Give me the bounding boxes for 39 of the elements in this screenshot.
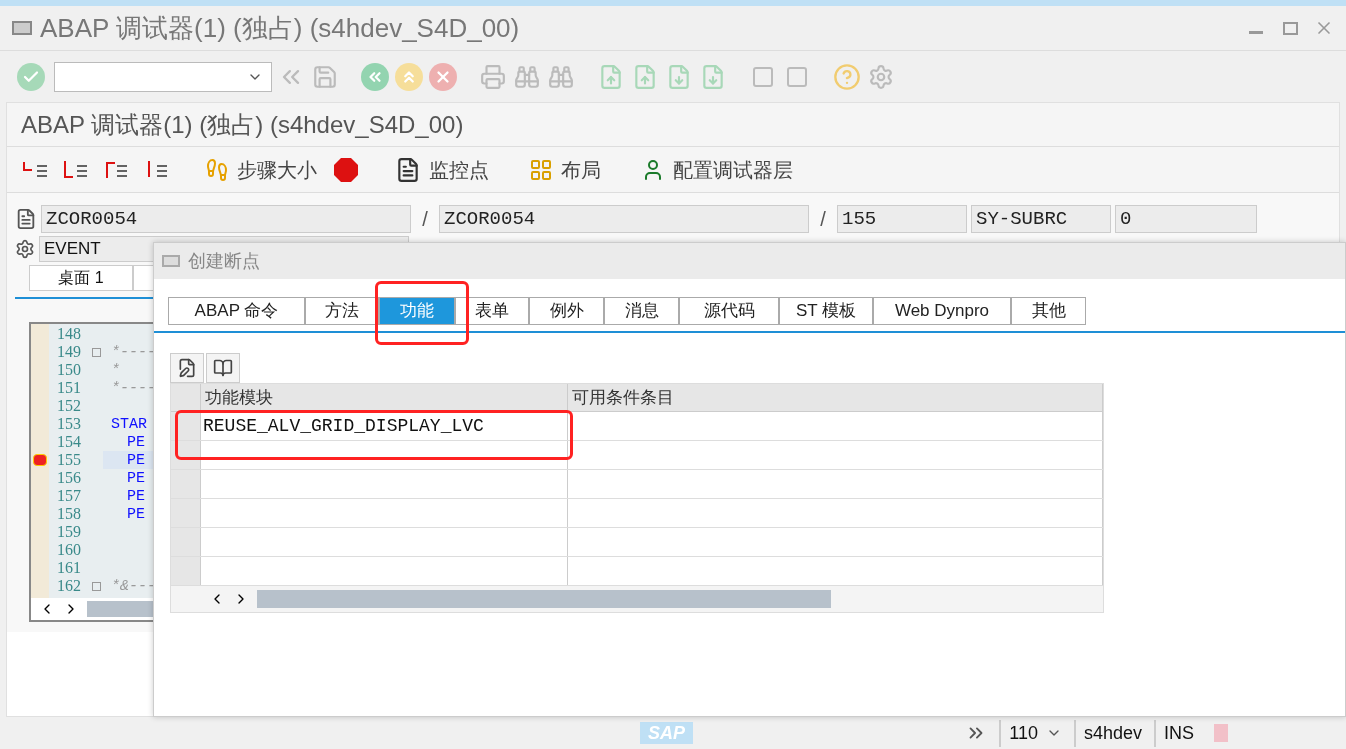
line-number: 152 [56, 398, 82, 414]
screen-heading: ABAP 调试器(1) (独占) (s4hdev_S4D_00) [21, 109, 464, 140]
system-name: s4hdev [1073, 719, 1142, 747]
line-number: 151 [56, 380, 82, 396]
line-number: 158 [56, 506, 82, 522]
info-field: 0 [1115, 205, 1257, 233]
code-text: STAR [111, 416, 147, 432]
line-number: 153 [56, 416, 82, 432]
line-number: 148 [56, 326, 82, 342]
code-text: PE [126, 434, 145, 450]
separator-text: / [421, 207, 429, 232]
line-number: 156 [56, 470, 82, 486]
code-text: PE [126, 488, 145, 504]
line-number: 159 [56, 524, 82, 540]
line-number: 149 [56, 344, 82, 360]
line-number: 161 [56, 560, 82, 576]
code-text: *---- [111, 380, 156, 396]
code-text: * [111, 362, 120, 378]
line-number: 160 [56, 542, 82, 558]
info-field: ZCOR0054 [41, 205, 411, 233]
code-text: PE [126, 506, 145, 522]
info-field: 155 [837, 205, 967, 233]
code-text: PE [126, 452, 145, 468]
line-number: 150 [56, 362, 82, 378]
code-text: PE [126, 470, 145, 486]
info-field: SY-SUBRC [971, 205, 1111, 233]
code-text: *---- [111, 344, 156, 360]
sap-logo: SAP [640, 722, 693, 744]
insert-mode: INS [1154, 719, 1194, 747]
table-cell-text: REUSE_ALV_GRID_DISPLAY_LVC [203, 414, 484, 438]
code-text: *&--- [111, 578, 156, 594]
info-field: ZCOR0054 [439, 205, 809, 233]
dialog-title: 创建断点 [188, 249, 260, 273]
window-title: ABAP 调试器(1) (独占) (s4hdev_S4D_00) [40, 11, 520, 45]
line-number: 157 [56, 488, 82, 504]
line-number: 154 [56, 434, 82, 450]
line-number: 162 [56, 578, 82, 594]
line-number: 155 [56, 452, 82, 468]
separator-text: / [819, 207, 827, 232]
